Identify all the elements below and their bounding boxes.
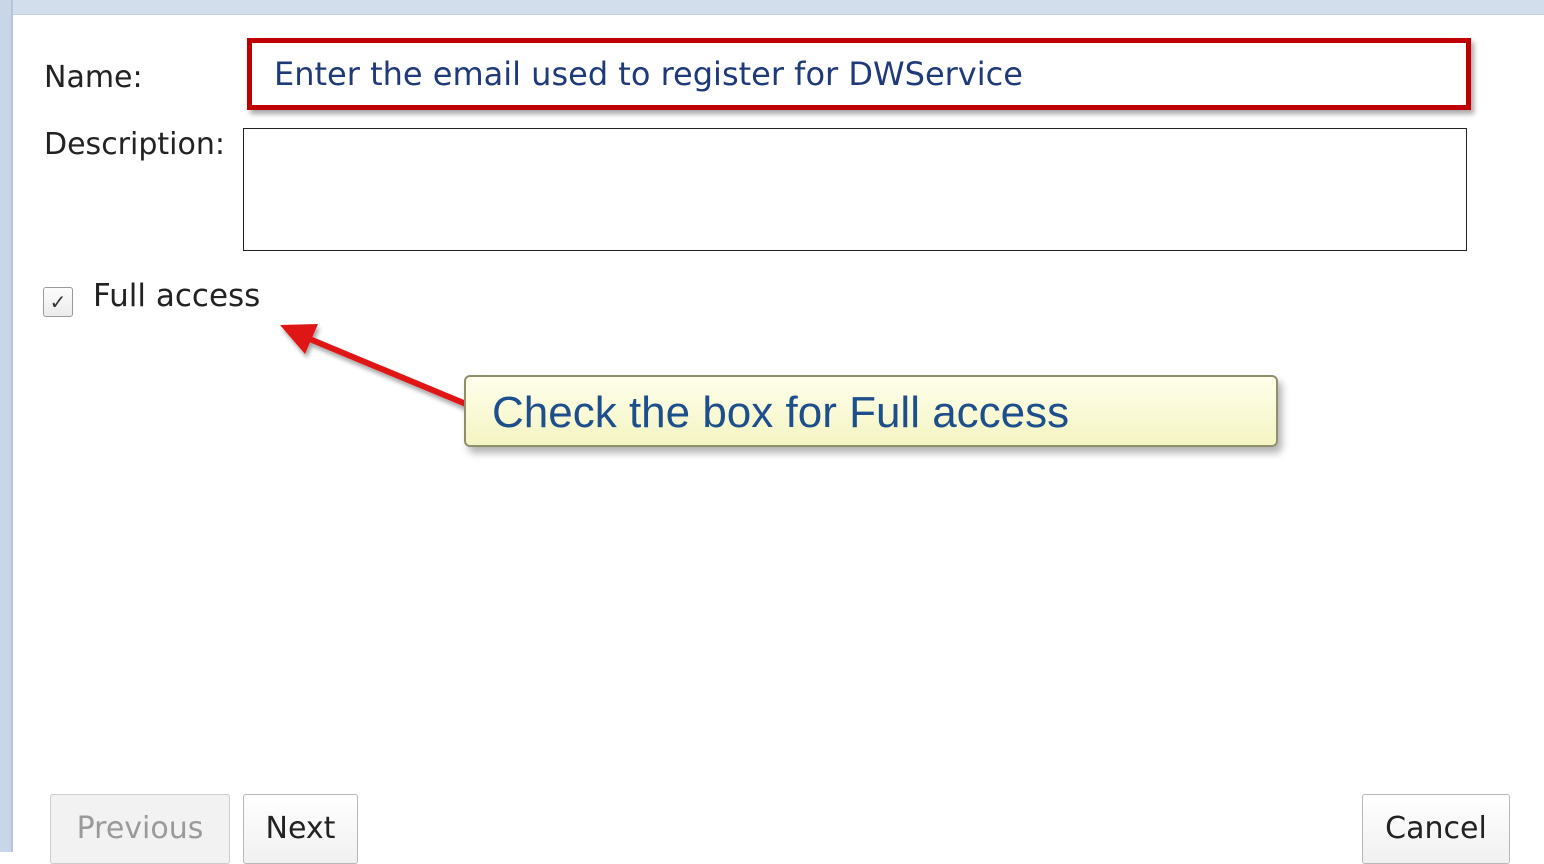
name-label: Name: bbox=[44, 60, 143, 95]
instruction-callout: Check the box for Full access bbox=[464, 375, 1278, 447]
next-button[interactable]: Next bbox=[243, 794, 358, 864]
cancel-button[interactable]: Cancel bbox=[1362, 794, 1510, 864]
full-access-checkbox[interactable]: ✓ bbox=[43, 287, 73, 317]
description-field[interactable] bbox=[243, 128, 1467, 251]
previous-button[interactable]: Previous bbox=[50, 794, 230, 864]
window-left-edge bbox=[0, 0, 13, 852]
window-title-strip bbox=[0, 0, 1544, 15]
name-field[interactable]: Enter the email used to register for DWS… bbox=[247, 38, 1471, 110]
description-label: Description: bbox=[44, 127, 225, 162]
full-access-label[interactable]: Full access bbox=[93, 278, 260, 314]
callout-text: Check the box for Full access bbox=[492, 388, 1070, 437]
checkmark-icon: ✓ bbox=[49, 290, 67, 314]
